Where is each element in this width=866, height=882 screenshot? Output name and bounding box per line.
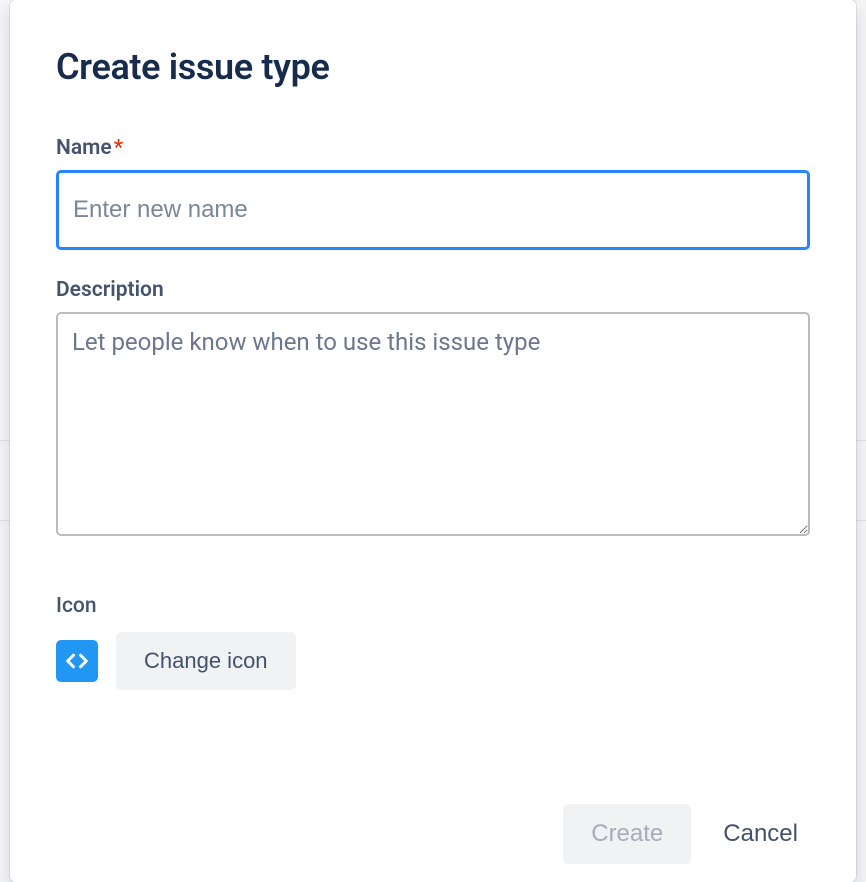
name-field-group: Name* [56, 136, 810, 250]
create-issue-type-dialog: Create issue type Name* Description Icon… [10, 0, 856, 882]
icon-field-group: Icon Change icon [56, 594, 810, 690]
code-icon [63, 647, 91, 675]
icon-preview [56, 640, 98, 682]
name-label: Name* [56, 136, 810, 160]
dialog-title: Create issue type [56, 46, 810, 88]
icon-row: Change icon [56, 632, 810, 690]
dialog-footer: Create Cancel [563, 804, 810, 864]
required-indicator: * [114, 136, 123, 160]
name-input[interactable] [56, 170, 810, 250]
name-label-text: Name [56, 136, 112, 160]
create-button[interactable]: Create [563, 804, 691, 864]
cancel-button[interactable]: Cancel [711, 804, 810, 864]
description-label: Description [56, 278, 810, 302]
description-input[interactable] [56, 312, 810, 536]
change-icon-button[interactable]: Change icon [116, 632, 296, 690]
icon-label: Icon [56, 594, 810, 618]
description-field-group: Description [56, 278, 810, 540]
